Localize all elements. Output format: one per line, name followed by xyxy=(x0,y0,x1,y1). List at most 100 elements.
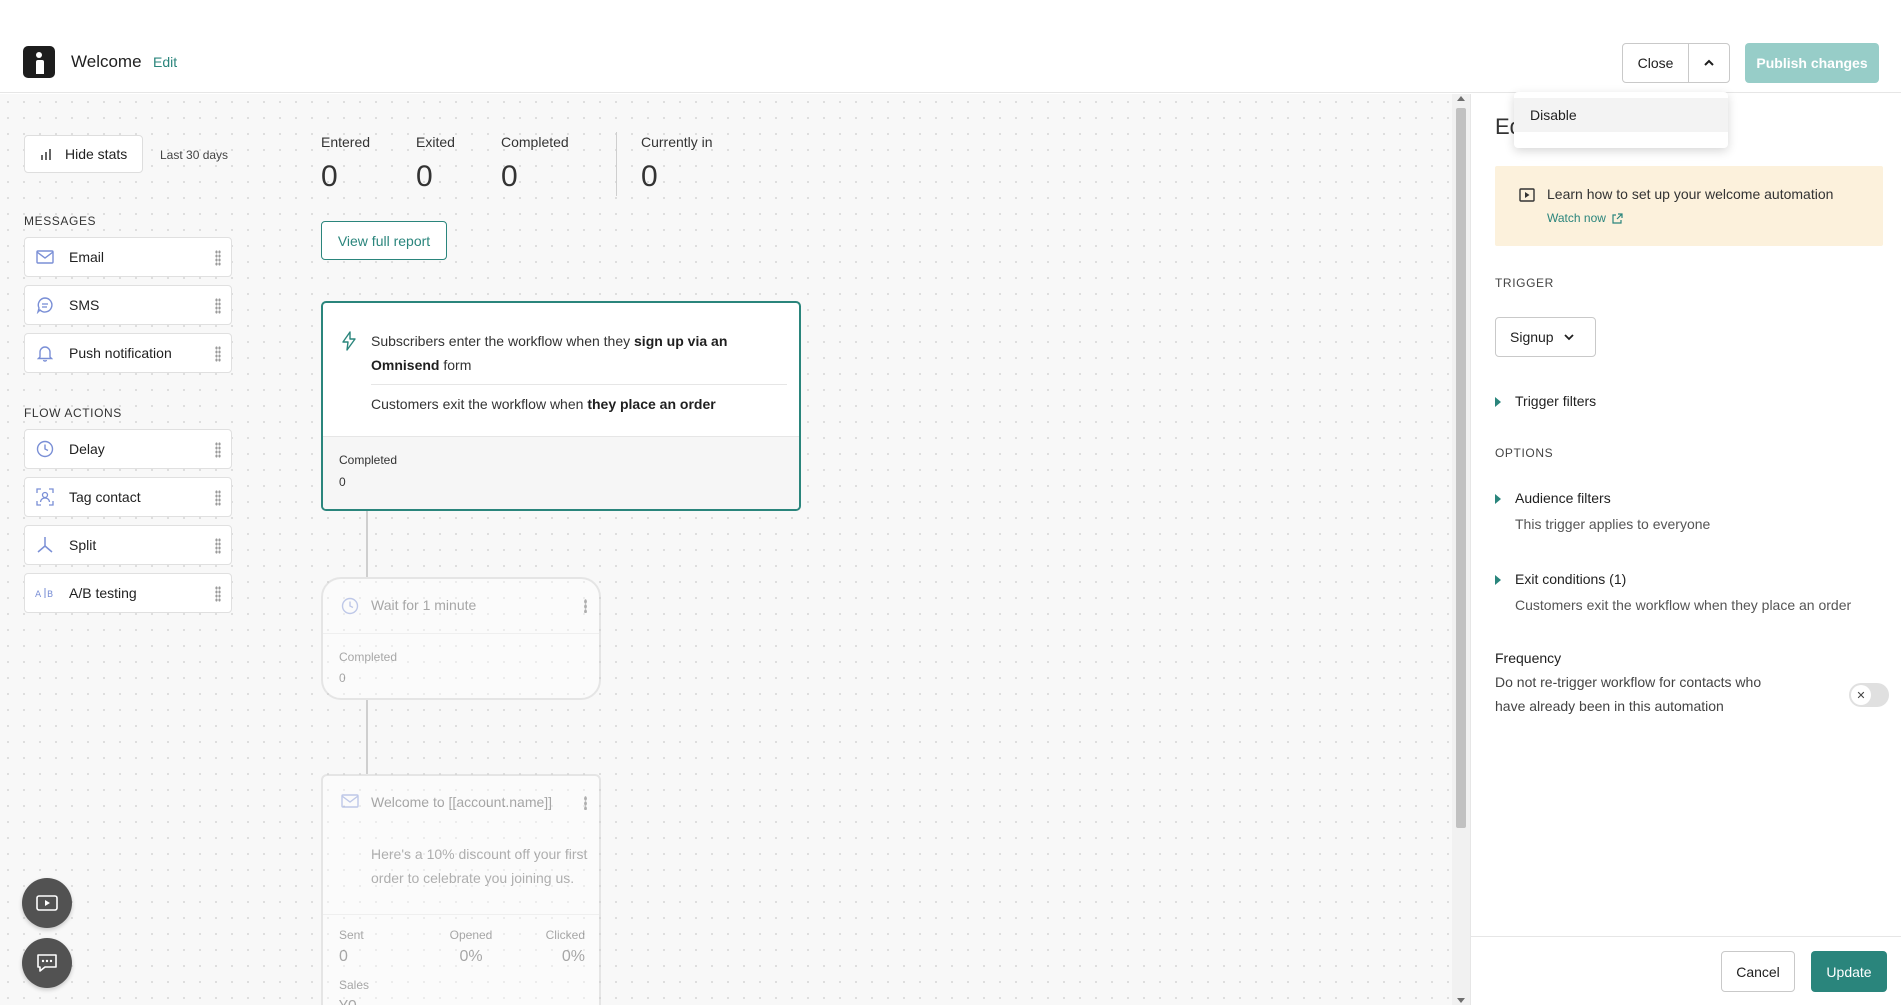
expand-caret-icon xyxy=(1495,575,1501,585)
options-heading: OPTIONS xyxy=(1495,446,1554,460)
stat-label: Completed xyxy=(501,134,569,150)
scroll-down-arrow[interactable] xyxy=(1457,998,1465,1003)
email-stat-opened: Opened 0% xyxy=(441,928,501,966)
stat-label: Clicked xyxy=(545,928,585,942)
clock-icon xyxy=(341,597,359,615)
drag-handle-icon[interactable] xyxy=(215,538,221,554)
drag-handle-icon[interactable] xyxy=(215,442,221,458)
scroll-up-arrow[interactable] xyxy=(1457,96,1465,101)
stat-currently-in: Currently in 0 xyxy=(641,134,713,194)
stat-value: 0 xyxy=(339,948,348,965)
update-button[interactable]: Update xyxy=(1811,951,1887,992)
drag-handle-icon[interactable] xyxy=(215,346,221,362)
svg-text:A: A xyxy=(35,590,42,600)
stats-period: Last 30 days xyxy=(160,148,229,162)
completed-label: Completed xyxy=(339,453,398,467)
exit-conditions-toggle[interactable]: Exit conditions (1) Customers exit the w… xyxy=(1495,571,1851,613)
stat-label: Currently in xyxy=(641,134,713,150)
hide-stats-button[interactable]: Hide stats xyxy=(24,135,143,173)
tool-label: Tag contact xyxy=(69,489,141,505)
workflow-canvas[interactable]: Hide stats Last 30 days MESSAGES Email S… xyxy=(0,94,1452,1005)
chat-icon xyxy=(37,954,57,972)
accordion-title: Exit conditions (1) xyxy=(1515,571,1627,587)
frequency-toggle[interactable]: ✕ xyxy=(1849,683,1889,707)
enter-suffix: form xyxy=(439,357,472,373)
tool-tag-contact[interactable]: Tag contact xyxy=(24,477,232,517)
tool-label: Push notification xyxy=(69,345,172,361)
frequency-description: Do not re-trigger workflow for contacts … xyxy=(1495,674,1762,714)
omnisend-logo[interactable] xyxy=(23,46,55,78)
bar-chart-icon xyxy=(41,149,51,160)
trigger-stats: Completed 0 xyxy=(323,436,799,509)
chevron-up-icon xyxy=(1704,59,1714,66)
tool-delay[interactable]: Delay xyxy=(24,429,232,469)
lightning-icon xyxy=(342,331,356,351)
menu-item-disable[interactable]: Disable xyxy=(1514,98,1728,132)
watch-now-link[interactable]: Watch now xyxy=(1547,211,1623,225)
kebab-menu-icon[interactable] xyxy=(584,599,587,613)
stat-label: Opened xyxy=(449,928,493,942)
email-stat-clicked: Clicked 0% xyxy=(546,928,585,966)
email-preview: Here's a 10% discount off your first ord… xyxy=(371,846,588,886)
stat-label: Sent xyxy=(339,928,364,942)
tool-label: Split xyxy=(69,537,97,553)
stat-value: 0% xyxy=(561,948,585,965)
tool-ab-testing[interactable]: AB A/B testing xyxy=(24,573,232,613)
video-tutorial-button[interactable] xyxy=(22,878,72,928)
tool-email[interactable]: Email xyxy=(24,237,232,277)
trigger-filters-toggle[interactable]: Trigger filters xyxy=(1495,393,1596,409)
tag-contact-icon xyxy=(35,487,55,507)
stat-value: ¥0 xyxy=(339,998,369,1005)
tool-push-notification[interactable]: Push notification xyxy=(24,333,232,373)
trigger-heading: TRIGGER xyxy=(1495,276,1554,290)
svg-text:B: B xyxy=(47,590,53,600)
accordion-title: Trigger filters xyxy=(1515,393,1597,409)
kebab-menu-icon[interactable] xyxy=(584,796,587,810)
trigger-node[interactable]: Subscribers enter the workflow when they… xyxy=(321,301,801,511)
stats-divider xyxy=(616,132,617,196)
expand-caret-icon xyxy=(1495,397,1501,407)
stat-label: Entered xyxy=(321,134,371,150)
chat-support-button[interactable] xyxy=(22,938,72,988)
drag-handle-icon[interactable] xyxy=(215,298,221,314)
chat-bubble-icon xyxy=(35,295,55,315)
scroll-thumb[interactable] xyxy=(1456,108,1466,828)
stat-entered: Entered 0 xyxy=(321,134,370,194)
completed-value: 0 xyxy=(339,671,346,685)
tool-label: A/B testing xyxy=(69,585,137,601)
divider xyxy=(323,633,599,634)
trigger-exit-text: Customers exit the workflow when they pl… xyxy=(371,396,716,412)
stat-value: 0 xyxy=(321,160,338,193)
divider xyxy=(323,914,599,915)
drag-handle-icon[interactable] xyxy=(215,586,221,602)
audience-filters-toggle[interactable]: Audience filters This trigger applies to… xyxy=(1495,490,1710,532)
accordion-title: Audience filters xyxy=(1515,490,1611,506)
drag-handle-icon[interactable] xyxy=(215,250,221,266)
external-link-icon xyxy=(1612,212,1623,224)
stat-value: 0 xyxy=(501,160,518,193)
completed-label: Completed xyxy=(339,650,398,664)
canvas-scrollbar[interactable] xyxy=(1452,94,1470,1005)
stat-label: Exited xyxy=(416,134,455,150)
close-button[interactable]: Close xyxy=(1623,44,1689,82)
email-node[interactable]: Welcome to [[account.name]] Here's a 10%… xyxy=(321,774,601,1005)
frequency-title: Frequency xyxy=(1495,650,1562,666)
workflow-title: Welcome xyxy=(71,52,142,71)
flow-connector xyxy=(366,511,368,577)
drag-handle-icon[interactable] xyxy=(215,490,221,506)
edit-trigger-panel: Ed Learn how to set up your welcome auto… xyxy=(1470,94,1901,1005)
more-options-toggle[interactable] xyxy=(1689,44,1729,82)
email-stat-sales: Sales ¥0 xyxy=(339,978,369,1005)
tool-sms[interactable]: SMS xyxy=(24,285,232,325)
cancel-button[interactable]: Cancel xyxy=(1721,951,1795,992)
trigger-enter-text: Subscribers enter the workflow when they… xyxy=(371,329,791,377)
ab-testing-icon: AB xyxy=(35,583,55,603)
view-full-report-button[interactable]: View full report xyxy=(321,221,447,260)
tool-split[interactable]: Split xyxy=(24,525,232,565)
exit-prefix: Customers exit the workflow when xyxy=(371,396,588,412)
publish-changes-button[interactable]: Publish changes xyxy=(1745,43,1879,83)
divider xyxy=(371,384,787,385)
trigger-select[interactable]: Signup xyxy=(1495,317,1596,357)
edit-title-link[interactable]: Edit xyxy=(153,54,177,70)
delay-node[interactable]: Wait for 1 minute Completed 0 xyxy=(321,577,601,700)
